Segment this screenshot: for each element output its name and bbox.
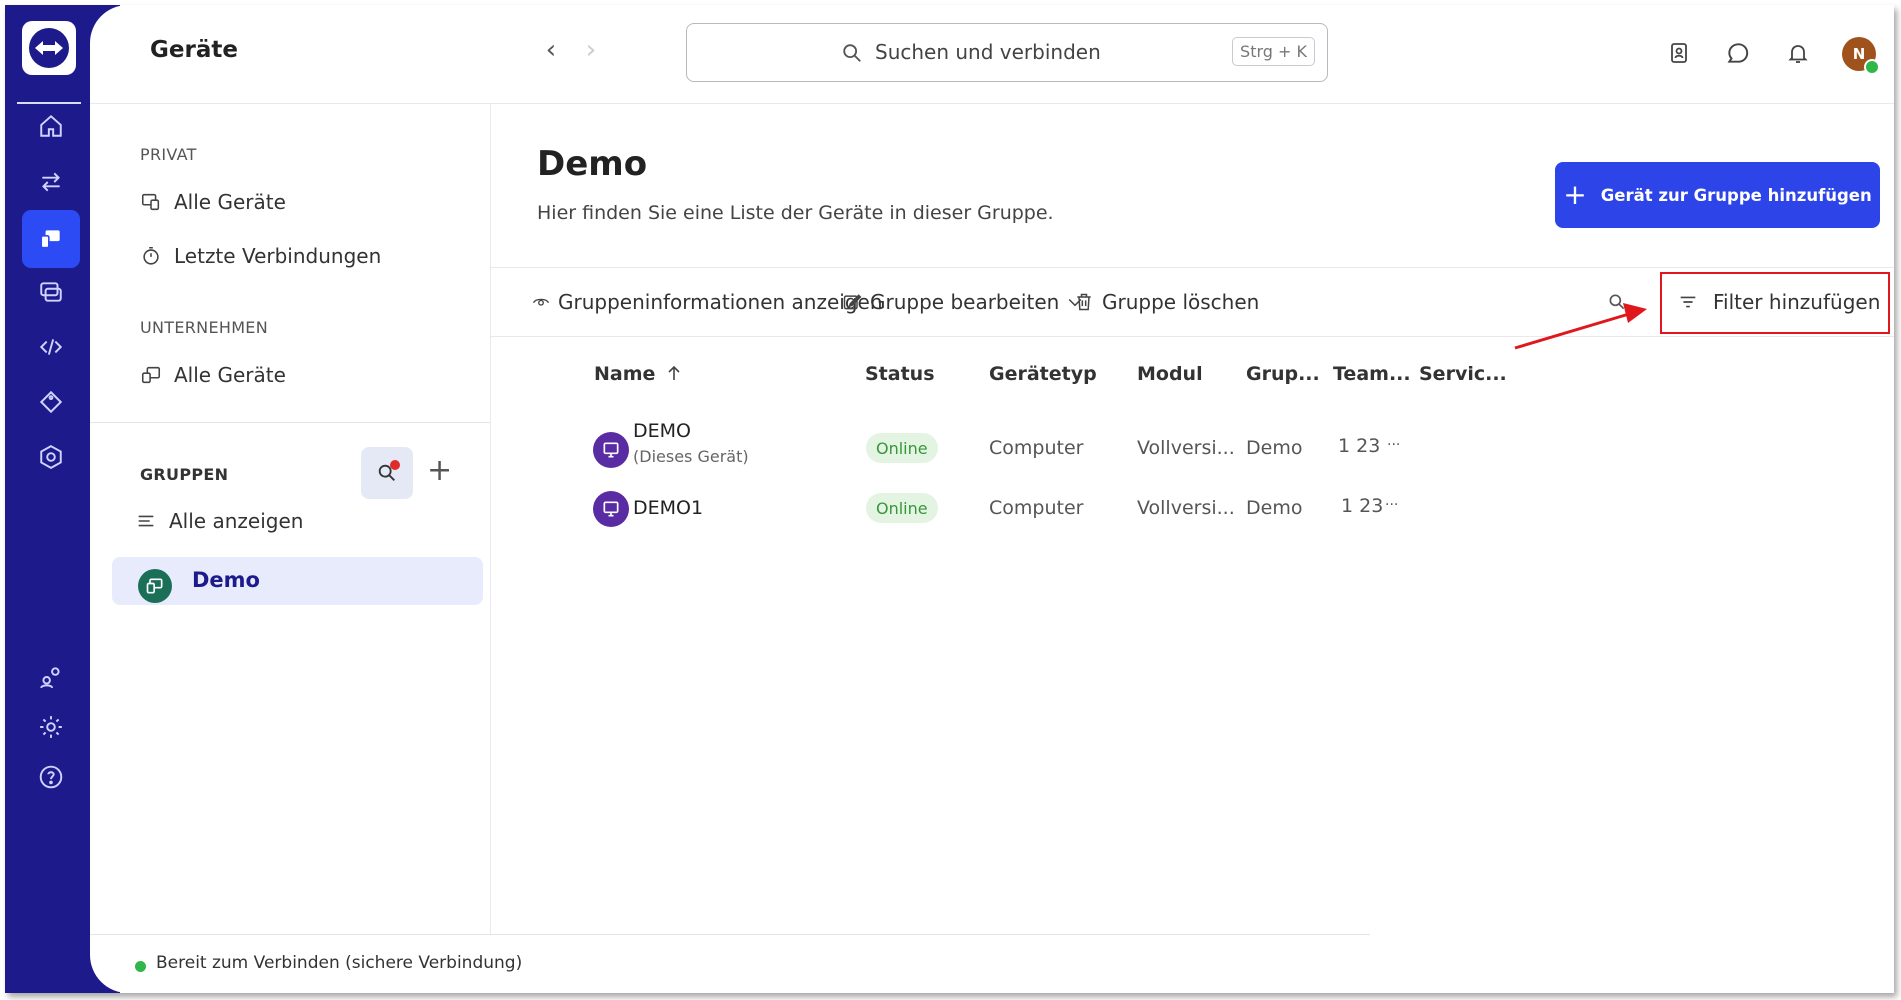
main-panel: Geräte ‹ › Suchen und verbinden Strg + K…: [90, 5, 1894, 993]
double-arrow-icon: [35, 41, 63, 55]
show-group-info-button[interactable]: Gruppeninformationen anzeigen: [532, 286, 883, 318]
edit-group-button[interactable]: Gruppe bearbeiten: [842, 286, 1093, 318]
page-title: Geräte: [150, 37, 238, 63]
plus-icon: +: [1563, 178, 1587, 211]
status-bar: Bereit zum Verbinden (sichere Verbindung…: [90, 934, 1370, 993]
device-team: 1 23: [1338, 435, 1381, 457]
back-arrow-icon[interactable]: ‹: [536, 35, 566, 65]
search-input[interactable]: Suchen und verbinden Strg + K: [686, 23, 1328, 82]
sidebar-item-show-all[interactable]: Alle anzeigen: [135, 504, 303, 538]
device-name: DEMO1: [633, 497, 704, 519]
online-indicator: [1864, 59, 1880, 75]
device-type: Computer: [989, 437, 1084, 459]
column-header-label: Name: [594, 363, 656, 385]
computer-icon: [593, 491, 629, 527]
device-module: Vollversi...: [1137, 497, 1235, 519]
search-icon: [843, 44, 861, 62]
column-header-name[interactable]: Name: [594, 363, 682, 385]
sidebar-item-label: Demo: [192, 568, 260, 592]
connection-status-icon: [135, 961, 146, 972]
add-device-to-group-button[interactable]: + Gerät zur Gruppe hinzufügen: [1555, 162, 1880, 228]
sidebar-item-company-all-devices[interactable]: Alle Geräte: [140, 358, 286, 392]
group-description: Hier finden Sie eine Liste der Geräte in…: [537, 202, 1054, 224]
top-bar: Geräte ‹ › Suchen und verbinden Strg + K…: [90, 5, 1894, 104]
computer-icon: [593, 432, 629, 468]
section-label-private: PRIVAT: [140, 145, 197, 164]
home-icon[interactable]: [22, 97, 80, 155]
group-toolbar: Gruppeninformationen anzeigen Gruppe bea…: [490, 267, 1894, 337]
table-search-button[interactable]: [1607, 286, 1635, 318]
tag-icon[interactable]: [22, 373, 80, 431]
column-header-module[interactable]: Modul: [1137, 363, 1203, 385]
connection-status-text: Bereit zum Verbinden (sichere Verbindung…: [156, 953, 523, 973]
transfer-arrows-icon[interactable]: [22, 153, 80, 211]
status-badge: Online: [866, 433, 938, 463]
delete-group-label: Gruppe löschen: [1102, 290, 1260, 314]
show-group-info-label: Gruppeninformationen anzeigen: [558, 290, 883, 314]
device-service: ...: [1387, 433, 1401, 449]
sidebar-item-label: Alle anzeigen: [169, 509, 304, 533]
column-header-status[interactable]: Status: [865, 363, 935, 385]
device-group: Demo: [1246, 497, 1303, 519]
security-icon[interactable]: [22, 428, 80, 486]
sort-up-icon: [668, 365, 680, 380]
edit-icon: [843, 294, 862, 310]
chat-icon[interactable]: [1723, 38, 1753, 68]
column-header-group[interactable]: Grup...: [1246, 363, 1320, 385]
search-icon: [1609, 294, 1625, 310]
group-sidebar: PRIVAT Alle Geräte Letzte Verbindungen U…: [90, 104, 491, 934]
search-shortcut: Strg + K: [1232, 37, 1315, 66]
help-icon[interactable]: [22, 748, 80, 806]
code-icon[interactable]: [22, 318, 80, 376]
add-filter-label: Filter hinzufügen: [1713, 290, 1881, 314]
device-group: Demo: [1246, 437, 1303, 459]
group-badge-icon: [138, 569, 172, 603]
add-filter-button[interactable]: Filter hinzufügen: [1677, 286, 1880, 318]
stopwatch-icon: [143, 246, 159, 265]
device-team: 1 23: [1341, 495, 1384, 517]
device-service: ...: [1385, 493, 1399, 509]
sidebar-item-recent-connections[interactable]: Letzte Verbindungen: [140, 239, 381, 273]
eye-icon: [532, 298, 550, 306]
group-search-button[interactable]: [361, 447, 413, 499]
sidebar-item-private-all-devices[interactable]: Alle Geräte: [140, 185, 286, 219]
device-name: DEMO: [633, 420, 691, 442]
device-type: Computer: [989, 497, 1084, 519]
column-header-device-type[interactable]: Gerätetyp: [989, 363, 1097, 385]
sidebar-item-label: Letzte Verbindungen: [174, 244, 382, 268]
devices-icon: [141, 193, 160, 211]
filter-icon: [1680, 296, 1696, 308]
trash-icon: [1077, 293, 1091, 311]
sessions-icon[interactable]: [22, 263, 80, 321]
column-header-service[interactable]: Servic...: [1419, 363, 1507, 385]
column-header-team[interactable]: Team...: [1333, 363, 1411, 385]
edit-group-label: Gruppe bearbeiten: [870, 290, 1060, 314]
group-title: Demo: [537, 144, 648, 184]
delete-group-button[interactable]: Gruppe löschen: [1074, 286, 1259, 318]
sidebar-divider: [90, 422, 490, 423]
device-subtitle: (Dieses Gerät): [633, 447, 749, 466]
add-group-button[interactable]: +: [427, 456, 452, 486]
contacts-icon[interactable]: [1664, 38, 1694, 68]
forward-arrow-icon[interactable]: ›: [576, 35, 606, 65]
devices-icon[interactable]: [22, 210, 80, 268]
app-window: Geräte ‹ › Suchen und verbinden Strg + K…: [5, 5, 1894, 993]
status-badge: Online: [866, 493, 938, 523]
add-device-label: Gerät zur Gruppe hinzufügen: [1600, 185, 1872, 205]
search-placeholder: Suchen und verbinden: [875, 40, 1101, 64]
sidebar-item-label: Alle Geräte: [174, 190, 286, 214]
devices-icon: [141, 366, 161, 384]
notification-dot: [390, 460, 400, 470]
device-module: Vollversi...: [1137, 437, 1235, 459]
sidebar-item-label: Alle Geräte: [174, 363, 286, 387]
group-content: Demo Hier finden Sie eine Liste der Gerä…: [490, 104, 1894, 934]
list-icon: [138, 515, 154, 527]
section-label-groups: GRUPPEN: [140, 465, 229, 484]
section-label-company: UNTERNEHMEN: [140, 318, 268, 337]
bell-icon[interactable]: [1783, 38, 1813, 68]
teamviewer-logo[interactable]: [22, 21, 76, 75]
